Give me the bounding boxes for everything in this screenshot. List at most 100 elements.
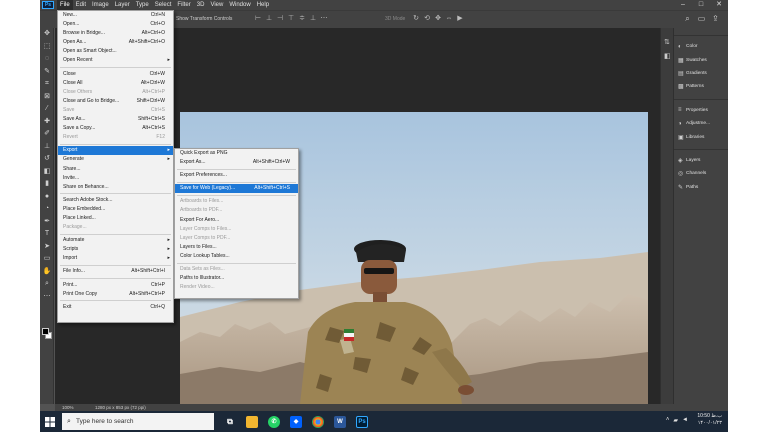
menu-item-new[interactable]: New... Ctrl+N	[58, 11, 173, 20]
foreground-color-swatch[interactable]	[42, 328, 49, 335]
clone-stamp-tool-icon[interactable]: ⊥	[40, 141, 54, 154]
volume-icon[interactable]: ◄	[682, 417, 688, 424]
minimize-button[interactable]: –	[674, 0, 692, 10]
menu-item-open-as[interactable]: Open As... Alt+Shift+Ctrl+O	[58, 38, 173, 47]
align-bottom-icon[interactable]: ⊥	[309, 14, 317, 24]
blur-tool-icon[interactable]: ●	[40, 191, 54, 204]
3d-rotate-icon[interactable]: ↻	[412, 14, 420, 24]
more-tools-icon[interactable]: ⋯	[40, 291, 54, 304]
type-tool-icon[interactable]: T	[40, 228, 54, 241]
menu-item-export[interactable]: Export ▸	[58, 146, 173, 156]
menu-3d[interactable]: 3D	[194, 0, 208, 10]
menu-item-print[interactable]: Print... Ctrl+P	[58, 281, 173, 290]
panel-adjustments[interactable]: ◑ Adjustme...	[674, 117, 728, 130]
menu-item-layers-to-files[interactable]: Layers to Files...	[175, 243, 298, 252]
menu-item-exit[interactable]: Exit Ctrl+Q	[58, 303, 173, 312]
menu-type[interactable]: Type	[133, 0, 152, 10]
taskbar-clock[interactable]: 10:50 ب.ظ ۱۴۰۰/۰۱/۲۳	[697, 413, 722, 427]
panel-properties[interactable]: ≡ Properties	[674, 104, 728, 117]
photoshop-taskbar-icon[interactable]: Ps	[356, 415, 368, 428]
share-icon[interactable]: ⇪	[711, 14, 720, 24]
menu-image[interactable]: Image	[89, 0, 112, 10]
maximize-button[interactable]: □	[692, 0, 710, 10]
panel-gradients[interactable]: ▤ Gradients	[674, 67, 728, 80]
menu-item-quick-export-as-png[interactable]: Quick Export as PNG	[175, 149, 298, 158]
3d-slide-icon[interactable]: ⇔	[445, 14, 453, 24]
menu-item-close[interactable]: Close Ctrl+W	[58, 70, 173, 79]
close-button[interactable]: ✕	[710, 0, 728, 10]
menu-item-export-preferences[interactable]: Export Preferences...	[175, 171, 298, 180]
dodge-tool-icon[interactable]: ◔	[40, 203, 54, 216]
eyedropper-tool-icon[interactable]: ⁄	[40, 103, 54, 116]
frame-tool-icon[interactable]: ⊠	[40, 91, 54, 104]
history-panel-icon[interactable]: ⇅	[664, 38, 670, 46]
align-middle-icon[interactable]: ≑	[298, 14, 306, 24]
whatsapp-icon[interactable]: ✆	[268, 415, 280, 428]
menu-item-share[interactable]: Share...	[58, 165, 173, 174]
dropbox-icon[interactable]: ◆	[290, 415, 302, 428]
align-right-icon[interactable]: ⊣	[276, 14, 284, 24]
brush-tool-icon[interactable]: ✐	[40, 128, 54, 141]
document-dimensions[interactable]: 1280 px x 853 px (72 ppi)	[95, 405, 146, 410]
align-top-icon[interactable]: ⊤	[287, 14, 295, 24]
align-center-icon[interactable]: ⊥	[265, 14, 273, 24]
move-tool-icon[interactable]: ✥	[40, 28, 54, 41]
menu-item-file-info[interactable]: File Info... Alt+Shift+Ctrl+I	[58, 267, 173, 276]
menu-layer[interactable]: Layer	[112, 0, 133, 10]
panel-patterns[interactable]: ▩ Patterns	[674, 80, 728, 93]
menu-item-save-as[interactable]: Save As... Shift+Ctrl+S	[58, 115, 173, 124]
menu-item-print-one-copy[interactable]: Print One Copy Alt+Shift+Ctrl+P	[58, 290, 173, 299]
menu-help[interactable]: Help	[254, 0, 272, 10]
lasso-tool-icon[interactable]: ◌	[40, 53, 54, 66]
menu-item-color-lookup-tables[interactable]: Color Lookup Tables...	[175, 252, 298, 261]
menu-item-import[interactable]: Import ▸	[58, 254, 173, 263]
menu-item-export-for-aero[interactable]: Export For Aero...	[175, 216, 298, 225]
menu-view[interactable]: View	[207, 0, 226, 10]
chevron-up-icon[interactable]: ˄	[666, 417, 670, 424]
distribute-icon[interactable]: ⋯	[320, 14, 328, 24]
menu-item-save-a-copy[interactable]: Save a Copy... Alt+Ctrl+S	[58, 124, 173, 133]
quick-select-tool-icon[interactable]: ✎	[40, 66, 54, 79]
zoom-tool-icon[interactable]: ⌕	[40, 278, 54, 291]
menu-edit[interactable]: Edit	[73, 0, 89, 10]
eraser-tool-icon[interactable]: ◧	[40, 166, 54, 179]
menu-item-export-as[interactable]: Export As... Alt+Shift+Ctrl+W	[175, 158, 298, 167]
word-icon[interactable]: W	[334, 415, 346, 428]
network-icon[interactable]: ▰	[673, 417, 678, 424]
menu-item-save-for-web-legacy[interactable]: Save for Web (Legacy)... Alt+Shift+Ctrl+S	[175, 184, 298, 194]
menu-file[interactable]: File	[57, 0, 73, 10]
menu-item-close-all[interactable]: Close All Alt+Ctrl+W	[58, 79, 173, 88]
start-button[interactable]	[40, 411, 60, 432]
marquee-tool-icon[interactable]: ⬚	[40, 41, 54, 54]
menu-item-search-adobe-stock[interactable]: Search Adobe Stock...	[58, 196, 173, 205]
panel-channels[interactable]: ◎ Channels	[674, 167, 728, 180]
rectangle-tool-icon[interactable]: ▭	[40, 253, 54, 266]
menu-item-share-on-behance[interactable]: Share on Behance...	[58, 183, 173, 192]
panel-swatches[interactable]: ▦ Swatches	[674, 53, 728, 66]
hand-tool-icon[interactable]: ✋	[40, 266, 54, 279]
menu-item-close-and-go-to-bridge[interactable]: Close and Go to Bridge... Shift+Ctrl+W	[58, 97, 173, 106]
menu-item-generate[interactable]: Generate ▸	[58, 155, 173, 164]
panel-layers[interactable]: ◈ Layers	[674, 154, 728, 167]
menu-window[interactable]: Window	[226, 0, 253, 10]
panel-libraries[interactable]: ▣ Libraries	[674, 130, 728, 143]
show-transform-controls-label[interactable]: Show Transform Controls	[176, 16, 232, 22]
file-explorer-icon[interactable]	[246, 415, 258, 428]
align-left-icon[interactable]: ⊢	[254, 14, 262, 24]
3d-roll-icon[interactable]: ⟲	[423, 14, 431, 24]
path-selection-tool-icon[interactable]: ➤	[40, 241, 54, 254]
panel-color[interactable]: ◐ Color	[674, 40, 728, 53]
chrome-icon[interactable]	[312, 415, 324, 428]
menu-item-automate[interactable]: Automate ▸	[58, 236, 173, 245]
3d-video-icon[interactable]: ▶	[456, 14, 464, 24]
workspace-icon[interactable]: ▭	[697, 14, 706, 24]
menu-item-paths-to-illustrator[interactable]: Paths to Illustrator...	[175, 274, 298, 283]
menu-item-place-linked[interactable]: Place Linked...	[58, 214, 173, 223]
menu-item-open-as-smart-object[interactable]: Open as Smart Object...	[58, 47, 173, 56]
pen-tool-icon[interactable]: ✒	[40, 216, 54, 229]
task-view-icon[interactable]: ⧉	[224, 416, 236, 428]
taskbar-search-box[interactable]: ⌕ Type here to search	[62, 413, 214, 430]
menu-item-place-embedded[interactable]: Place Embedded...	[58, 205, 173, 214]
zoom-level[interactable]: 100%	[62, 405, 74, 410]
menu-item-browse-in-bridge[interactable]: Browse in Bridge... Alt+Ctrl+O	[58, 29, 173, 38]
